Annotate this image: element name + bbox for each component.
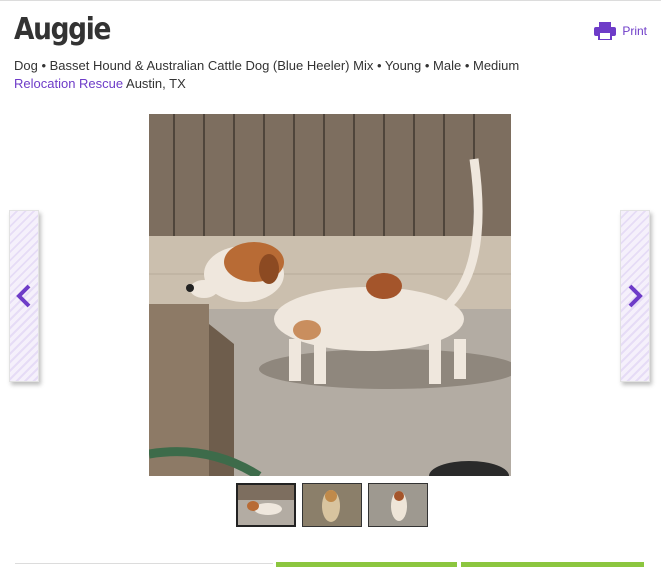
print-button[interactable]: Print: [594, 22, 647, 40]
tab-divider: [15, 563, 273, 564]
next-photo-button[interactable]: [620, 210, 650, 382]
chevron-right-icon: [628, 284, 643, 308]
thumbnail-1[interactable]: [236, 483, 296, 527]
print-label: Print: [622, 24, 647, 38]
organization-link[interactable]: Relocation Rescue: [14, 76, 123, 91]
thumbnail-3[interactable]: [368, 483, 428, 527]
pet-name: Auggie: [14, 12, 111, 47]
chevron-left-icon: [16, 284, 31, 308]
top-divider: [0, 0, 661, 1]
pet-location: Austin, TX: [126, 76, 186, 91]
action-bar-right[interactable]: [461, 562, 644, 567]
printer-icon: [594, 22, 617, 40]
thumbnail-2[interactable]: [302, 483, 362, 527]
main-pet-photo: [149, 114, 511, 476]
photo-thumbnails: [236, 483, 428, 527]
action-bar-left[interactable]: [276, 562, 457, 567]
previous-photo-button[interactable]: [9, 210, 39, 382]
pet-attributes: Dog • Basset Hound & Australian Cattle D…: [14, 58, 520, 73]
pet-details: Dog • Basset Hound & Australian Cattle D…: [14, 57, 519, 93]
